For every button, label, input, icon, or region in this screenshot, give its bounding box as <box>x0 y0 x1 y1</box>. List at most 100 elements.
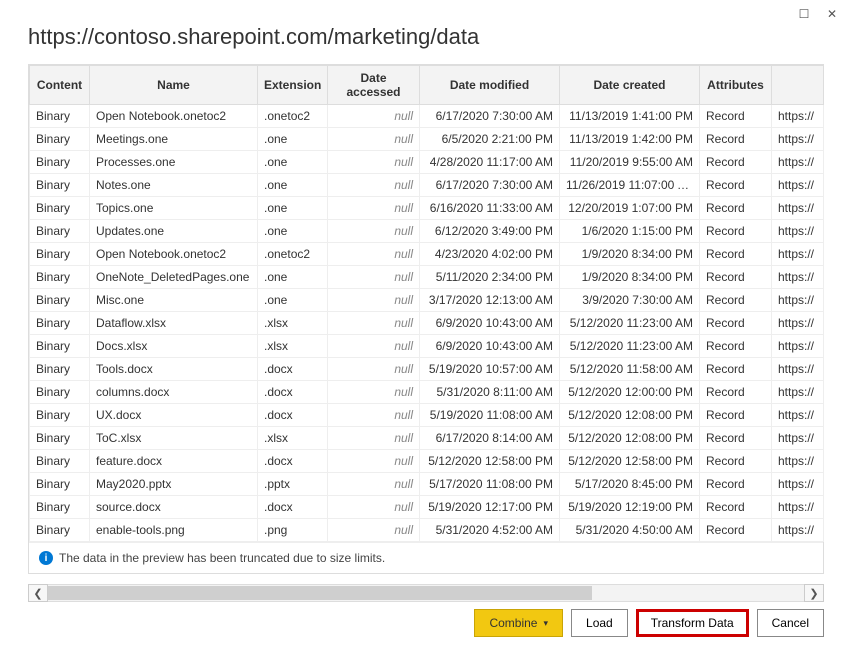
cell-created: 5/31/2020 4:50:00 AM <box>560 519 700 542</box>
table-row[interactable]: BinaryOneNote_DeletedPages.one.onenull5/… <box>30 266 824 289</box>
table-row[interactable]: Binarycolumns.docx.docxnull5/31/2020 8:1… <box>30 381 824 404</box>
scroll-left-button[interactable]: ❮ <box>28 584 48 602</box>
cell-modified: 5/19/2020 12:17:00 PM <box>420 496 560 519</box>
cell-path: https:// <box>772 450 824 473</box>
cell-content: Binary <box>30 404 90 427</box>
cell-path: https:// <box>772 151 824 174</box>
cell-attr: Record <box>700 450 772 473</box>
table-row[interactable]: Binarysource.docx.docxnull5/19/2020 12:1… <box>30 496 824 519</box>
table-row[interactable]: BinaryProcesses.one.onenull4/28/2020 11:… <box>30 151 824 174</box>
cell-accessed: null <box>328 243 420 266</box>
table-row[interactable]: BinaryMisc.one.onenull3/17/2020 12:13:00… <box>30 289 824 312</box>
cancel-button[interactable]: Cancel <box>757 609 824 637</box>
col-date-modified[interactable]: Date modified <box>420 66 560 105</box>
cell-ext: .one <box>258 174 328 197</box>
table-row[interactable]: BinaryNotes.one.onenull6/17/2020 7:30:00… <box>30 174 824 197</box>
cell-path: https:// <box>772 197 824 220</box>
table-row[interactable]: Binaryenable-tools.png.pngnull5/31/2020 … <box>30 519 824 542</box>
col-date-created[interactable]: Date created <box>560 66 700 105</box>
cell-attr: Record <box>700 105 772 128</box>
scroll-right-button[interactable]: ❯ <box>804 584 824 602</box>
cell-name: Notes.one <box>90 174 258 197</box>
cell-ext: .docx <box>258 450 328 473</box>
col-content[interactable]: Content <box>30 66 90 105</box>
cell-name: Processes.one <box>90 151 258 174</box>
table-row[interactable]: BinaryToC.xlsx.xlsxnull6/17/2020 8:14:00… <box>30 427 824 450</box>
cell-created: 12/20/2019 1:07:00 PM <box>560 197 700 220</box>
window-close-button[interactable]: ✕ <box>818 2 846 26</box>
cell-ext: .xlsx <box>258 427 328 450</box>
cell-created: 11/20/2019 9:55:00 AM <box>560 151 700 174</box>
col-attributes[interactable]: Attributes <box>700 66 772 105</box>
chevron-down-icon: ▾ <box>543 618 548 629</box>
col-name[interactable]: Name <box>90 66 258 105</box>
table-row[interactable]: BinaryMeetings.one.onenull6/5/2020 2:21:… <box>30 128 824 151</box>
table-row[interactable]: Binaryfeature.docx.docxnull5/12/2020 12:… <box>30 450 824 473</box>
table-row[interactable]: BinaryUpdates.one.onenull6/12/2020 3:49:… <box>30 220 824 243</box>
cell-path: https:// <box>772 404 824 427</box>
cell-created: 5/12/2020 12:58:00 PM <box>560 450 700 473</box>
cell-created: 11/13/2019 1:42:00 PM <box>560 128 700 151</box>
cell-path: https:// <box>772 519 824 542</box>
table-row[interactable]: BinaryTools.docx.docxnull5/19/2020 10:57… <box>30 358 824 381</box>
table-row[interactable]: BinaryTopics.one.onenull6/16/2020 11:33:… <box>30 197 824 220</box>
cell-attr: Record <box>700 496 772 519</box>
table-header-row: Content Name Extension Date accessed Dat… <box>30 66 824 105</box>
cell-content: Binary <box>30 174 90 197</box>
cell-content: Binary <box>30 243 90 266</box>
window-maximize-button[interactable]: ☐ <box>790 2 818 26</box>
transform-data-button[interactable]: Transform Data <box>636 609 749 637</box>
cell-attr: Record <box>700 473 772 496</box>
cell-created: 5/17/2020 8:45:00 PM <box>560 473 700 496</box>
truncation-info: i The data in the preview has been trunc… <box>29 542 823 573</box>
cell-content: Binary <box>30 312 90 335</box>
cell-name: source.docx <box>90 496 258 519</box>
cell-content: Binary <box>30 381 90 404</box>
table-row[interactable]: BinaryUX.docx.docxnull5/19/2020 11:08:00… <box>30 404 824 427</box>
info-text: The data in the preview has been truncat… <box>59 551 385 565</box>
cell-accessed: null <box>328 473 420 496</box>
cell-attr: Record <box>700 220 772 243</box>
cell-accessed: null <box>328 197 420 220</box>
table-row[interactable]: BinaryMay2020.pptx.pptxnull5/17/2020 11:… <box>30 473 824 496</box>
table-row[interactable]: BinaryDocs.xlsx.xlsxnull6/9/2020 10:43:0… <box>30 335 824 358</box>
combine-button[interactable]: Combine ▾ <box>474 609 563 637</box>
col-extension[interactable]: Extension <box>258 66 328 105</box>
cell-accessed: null <box>328 174 420 197</box>
scroll-track[interactable] <box>48 584 804 602</box>
cell-accessed: null <box>328 381 420 404</box>
load-button[interactable]: Load <box>571 609 628 637</box>
horizontal-scrollbar[interactable]: ❮ ❯ <box>28 582 824 604</box>
cell-created: 11/13/2019 1:41:00 PM <box>560 105 700 128</box>
table-row[interactable]: BinaryOpen Notebook.onetoc2.onetoc2null6… <box>30 105 824 128</box>
table-row[interactable]: BinaryOpen Notebook.onetoc2.onetoc2null4… <box>30 243 824 266</box>
cell-content: Binary <box>30 358 90 381</box>
cell-modified: 5/31/2020 8:11:00 AM <box>420 381 560 404</box>
cell-modified: 6/17/2020 7:30:00 AM <box>420 105 560 128</box>
cell-path: https:// <box>772 312 824 335</box>
cell-ext: .one <box>258 266 328 289</box>
cell-created: 1/9/2020 8:34:00 PM <box>560 266 700 289</box>
cell-ext: .one <box>258 128 328 151</box>
scroll-thumb[interactable] <box>48 586 592 600</box>
table-row[interactable]: BinaryDataflow.xlsx.xlsxnull6/9/2020 10:… <box>30 312 824 335</box>
cell-name: Tools.docx <box>90 358 258 381</box>
cell-attr: Record <box>700 427 772 450</box>
cell-name: May2020.pptx <box>90 473 258 496</box>
cell-attr: Record <box>700 289 772 312</box>
cell-name: Topics.one <box>90 197 258 220</box>
cell-content: Binary <box>30 450 90 473</box>
cell-name: ToC.xlsx <box>90 427 258 450</box>
cell-ext: .xlsx <box>258 335 328 358</box>
cell-content: Binary <box>30 151 90 174</box>
cell-attr: Record <box>700 519 772 542</box>
cell-name: enable-tools.png <box>90 519 258 542</box>
cell-attr: Record <box>700 174 772 197</box>
col-date-accessed[interactable]: Date accessed <box>328 66 420 105</box>
cell-name: OneNote_DeletedPages.one <box>90 266 258 289</box>
cell-attr: Record <box>700 243 772 266</box>
cell-name: Open Notebook.onetoc2 <box>90 243 258 266</box>
cell-content: Binary <box>30 289 90 312</box>
cell-content: Binary <box>30 197 90 220</box>
col-path[interactable] <box>772 66 824 105</box>
